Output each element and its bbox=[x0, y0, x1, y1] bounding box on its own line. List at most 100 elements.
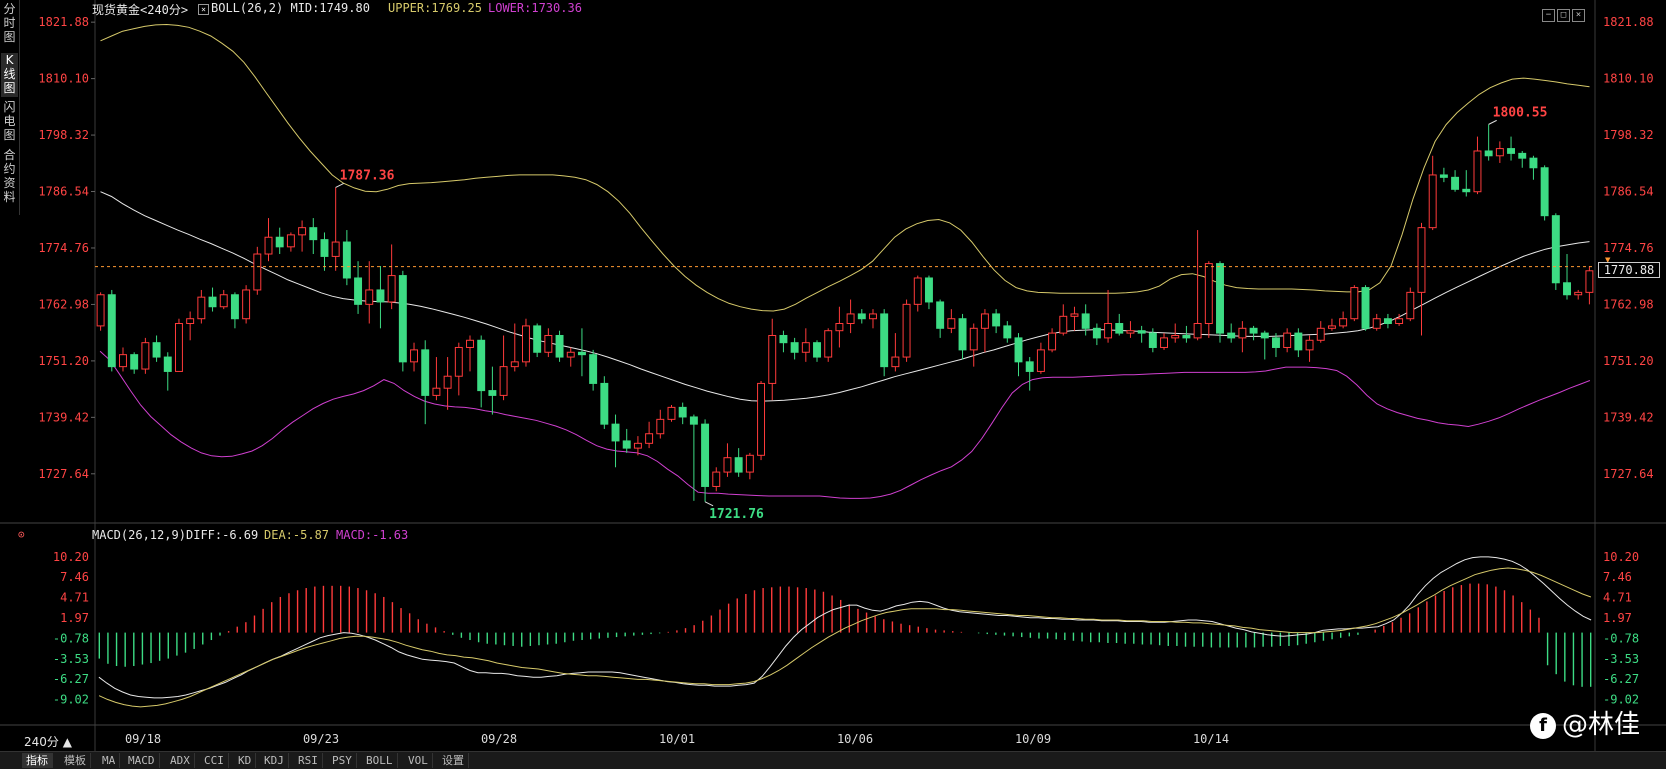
candle-body bbox=[398, 275, 407, 363]
candle-body bbox=[1070, 313, 1079, 317]
candle-body bbox=[1439, 174, 1448, 178]
candle-body bbox=[1249, 327, 1258, 334]
candle-body bbox=[813, 342, 821, 358]
date-label: 10/09 bbox=[1015, 732, 1051, 746]
price-tick-right: 1727.64 bbox=[1603, 467, 1654, 481]
candle-body bbox=[219, 294, 228, 308]
candle-body bbox=[712, 471, 721, 487]
candle-body bbox=[1327, 325, 1336, 329]
indicator-tab-指标[interactable]: 指标 bbox=[22, 753, 53, 768]
macd-tick-right: 7.46 bbox=[1603, 570, 1632, 584]
price-tick-right: 1774.76 bbox=[1603, 241, 1654, 255]
macd-diff-text: DIFF:-6.69 bbox=[186, 528, 259, 542]
candle-body bbox=[1137, 330, 1146, 334]
candle-body bbox=[622, 440, 631, 449]
watermark: f @林佳 bbox=[1530, 704, 1640, 741]
indicator-tab-设置[interactable]: 设置 bbox=[438, 753, 469, 768]
candle-body bbox=[757, 382, 766, 456]
price-tick-right: 1786.54 bbox=[1603, 185, 1654, 199]
candle-body bbox=[96, 294, 105, 327]
candle-body bbox=[577, 351, 586, 356]
price-tick-right: 1798.32 bbox=[1603, 128, 1654, 142]
indicator-tab-cci[interactable]: CCI bbox=[200, 753, 229, 768]
date-label: 09/23 bbox=[303, 732, 339, 746]
candle-body bbox=[1081, 313, 1090, 329]
candle-body bbox=[141, 342, 150, 370]
boll-upper-line bbox=[100, 23, 1590, 312]
restore-icon[interactable]: □ bbox=[1557, 9, 1570, 22]
candle-body bbox=[779, 334, 788, 344]
candle-body bbox=[320, 239, 329, 257]
indicator-tab-macd[interactable]: MACD bbox=[124, 753, 160, 768]
candle-body bbox=[499, 366, 508, 396]
candle-body bbox=[633, 442, 642, 449]
candle-body bbox=[264, 236, 273, 255]
macd-tick-left: -9.02 bbox=[53, 693, 89, 707]
indicator-tab-kdj[interactable]: KDJ bbox=[260, 753, 289, 768]
candle-body bbox=[1115, 323, 1124, 334]
indicator-tab-adx[interactable]: ADX bbox=[166, 753, 195, 768]
macd-tick-left: -3.53 bbox=[53, 652, 89, 666]
candle-body bbox=[443, 375, 452, 389]
indicator-tab-vol[interactable]: VOL bbox=[404, 753, 433, 768]
candle-body bbox=[924, 277, 933, 303]
candle-body bbox=[1148, 332, 1157, 348]
indicator-tab-boll[interactable]: BOLL bbox=[362, 753, 398, 768]
candle-body bbox=[846, 313, 855, 325]
indicator-tab-bar: 指标 模板 MA MACD ADX CCI KD KDJ RSI PSY BOLL VOL 设置 bbox=[0, 751, 1666, 769]
boll-mid-text: × BOLL(26,2) MID:1749.80 bbox=[198, 1, 370, 15]
candle-body bbox=[734, 457, 743, 473]
boll-mid-value: BOLL(26,2) MID:1749.80 bbox=[211, 1, 370, 15]
period-selector[interactable]: 240分 ▲ bbox=[24, 733, 72, 750]
candle-body bbox=[286, 234, 295, 248]
candle-body bbox=[421, 349, 430, 396]
candle-body bbox=[880, 313, 889, 368]
candle-body bbox=[656, 418, 665, 435]
macd-settings-icon[interactable]: ⊙ bbox=[18, 528, 25, 541]
chart-title: 现货黄金<240分> bbox=[92, 3, 189, 17]
indicator-tab-kd[interactable]: KD bbox=[234, 753, 257, 768]
boll-lower-line bbox=[99, 350, 1591, 499]
candle-body bbox=[1160, 337, 1168, 348]
candle-body bbox=[1227, 332, 1236, 339]
candle-body bbox=[980, 313, 989, 329]
price-tick-left: 1751.20 bbox=[38, 354, 89, 368]
close-icon[interactable]: × bbox=[1572, 9, 1585, 22]
date-label: 10/06 bbox=[837, 732, 873, 746]
candle-body bbox=[1025, 361, 1034, 372]
chart-area[interactable]: 1821.88 1821.88 1810.10 1810.10 1798.32 1798.… bbox=[0, 0, 1666, 751]
candle-body bbox=[1451, 176, 1460, 190]
candle-body bbox=[119, 354, 127, 368]
indicator-tab-模板[interactable]: 模板 bbox=[60, 753, 91, 768]
candle-body bbox=[1462, 188, 1471, 193]
candle-body bbox=[1283, 332, 1292, 348]
candle-body bbox=[611, 423, 620, 442]
macd-tick-right: -6.27 bbox=[1603, 672, 1639, 686]
candle-body bbox=[410, 349, 418, 363]
candle-body bbox=[589, 354, 598, 384]
candle-body bbox=[1417, 227, 1426, 293]
low-annotation: 1721.76 bbox=[709, 507, 764, 522]
candle-body bbox=[1193, 323, 1202, 339]
indicator-tab-psy[interactable]: PSY bbox=[328, 753, 357, 768]
indicator-tab-rsi[interactable]: RSI bbox=[294, 753, 323, 768]
candle-body bbox=[1339, 318, 1348, 327]
candle-body bbox=[1305, 339, 1314, 351]
price-tick-left: 1727.64 bbox=[38, 467, 89, 481]
minimize-icon[interactable]: − bbox=[1542, 9, 1555, 22]
boll-icon[interactable]: × bbox=[198, 4, 209, 15]
candle-body bbox=[253, 253, 262, 291]
candle-body bbox=[454, 346, 463, 377]
macd-tick-left: -0.78 bbox=[53, 631, 89, 645]
watermark-text: @林佳 bbox=[1562, 710, 1641, 740]
candle-body bbox=[1551, 215, 1560, 284]
price-tick-left: 1821.88 bbox=[38, 15, 89, 29]
candle-body bbox=[1048, 332, 1057, 351]
date-label: 10/14 bbox=[1193, 732, 1229, 746]
candle-body bbox=[835, 323, 844, 332]
macd-tick-right: 1.97 bbox=[1603, 611, 1632, 625]
candle-body bbox=[230, 294, 239, 320]
candle-body bbox=[1036, 349, 1045, 372]
indicator-tab-ma[interactable]: MA bbox=[98, 753, 121, 768]
candle-body bbox=[891, 356, 900, 368]
